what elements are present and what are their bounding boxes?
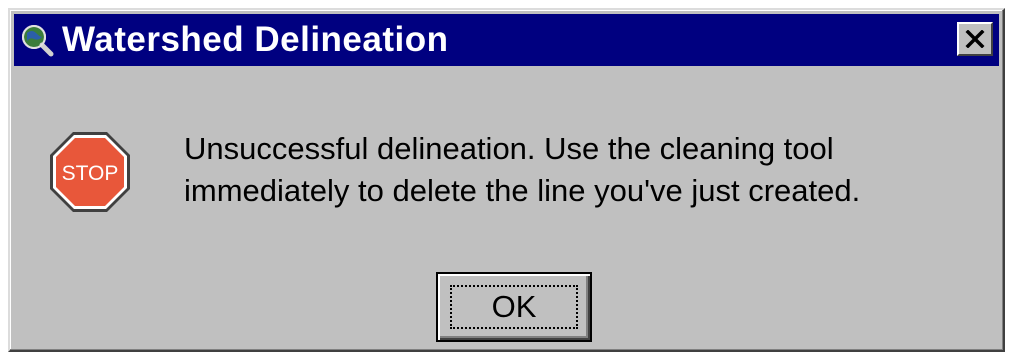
stop-sign-label: STOP — [62, 162, 119, 185]
ok-button-label: OK — [450, 285, 578, 329]
globe-magnifier-icon — [22, 25, 54, 57]
message-line: immediately to delete the line you've ju… — [184, 173, 861, 208]
stop-sign-icon: STOP — [50, 132, 130, 212]
window-title: Watershed Delineation — [62, 20, 449, 59]
dialog-window: Watershed Delineation STOP Unsuccessful … — [8, 8, 1005, 352]
message-line: Unsuccessful delineation. Use the cleani… — [184, 131, 834, 166]
close-button[interactable] — [957, 22, 993, 56]
close-icon — [965, 30, 985, 48]
error-message: Unsuccessful delineation. Use the cleani… — [184, 128, 984, 212]
title-bar[interactable]: Watershed Delineation — [14, 14, 999, 66]
ok-button[interactable]: OK — [436, 272, 592, 342]
